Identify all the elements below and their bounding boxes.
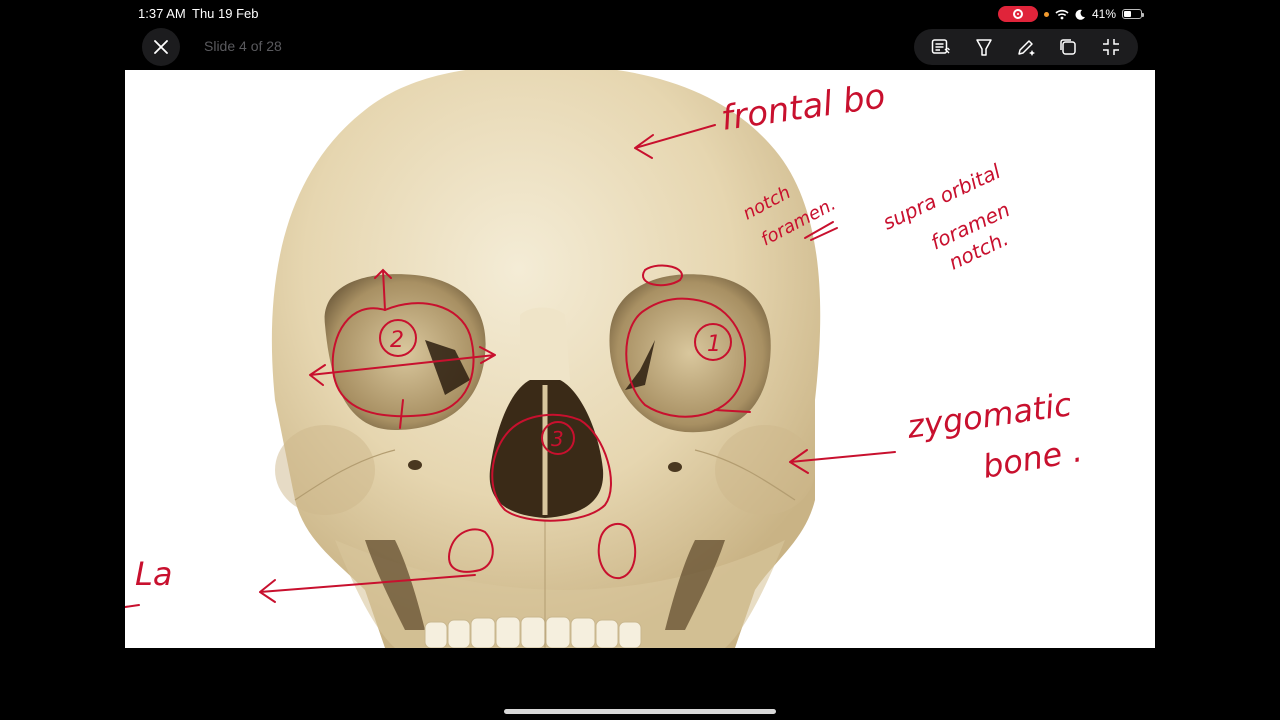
label-nasal-3: 3 bbox=[551, 427, 564, 451]
mic-indicator-icon bbox=[1043, 11, 1049, 17]
status-indicators: 41% bbox=[997, 5, 1144, 23]
close-button[interactable] bbox=[142, 28, 180, 66]
moon-icon bbox=[1075, 9, 1085, 20]
label-zygomatic-bone: bone . bbox=[980, 431, 1085, 486]
slide-counter: Slide 4 of 28 bbox=[204, 38, 282, 54]
status-bar: 1:37 AM Thu 19 Feb 41% bbox=[0, 0, 1280, 28]
magic-pencil-icon bbox=[1018, 40, 1035, 56]
close-icon bbox=[154, 40, 168, 54]
wifi-icon bbox=[1055, 9, 1069, 19]
presenter-toolbar bbox=[914, 29, 1138, 65]
duplicate-icon bbox=[1060, 39, 1077, 55]
battery-percentage: 41% bbox=[1091, 7, 1116, 21]
label-orbit-1: 1 bbox=[707, 332, 721, 357]
laser-pointer-button[interactable] bbox=[968, 31, 1000, 63]
pen-tip-icon bbox=[975, 39, 992, 56]
slide-drawing: frontal bo notch foramen. supra orbital … bbox=[125, 70, 1085, 648]
battery-icon bbox=[1122, 9, 1144, 19]
fullscreen-icon bbox=[1102, 39, 1119, 55]
home-indicator[interactable] bbox=[504, 709, 776, 714]
label-orbit-2: 2 bbox=[390, 328, 404, 353]
notes-icon bbox=[931, 39, 951, 54]
label-left-edge: La bbox=[135, 555, 172, 593]
notes-button[interactable] bbox=[925, 31, 957, 63]
status-time: 1:37 AM bbox=[138, 6, 186, 21]
slides-overview-button[interactable] bbox=[1052, 31, 1084, 63]
skull-illustration bbox=[271, 70, 821, 648]
fullscreen-button[interactable] bbox=[1095, 31, 1127, 63]
screen-recording-icon[interactable] bbox=[997, 6, 1038, 22]
label-frontal-bone: frontal bo bbox=[719, 76, 888, 139]
draw-button[interactable] bbox=[1010, 31, 1042, 63]
slide-canvas[interactable]: frontal bo notch foramen. supra orbital … bbox=[125, 70, 1155, 648]
status-date: Thu 19 Feb bbox=[192, 6, 259, 21]
